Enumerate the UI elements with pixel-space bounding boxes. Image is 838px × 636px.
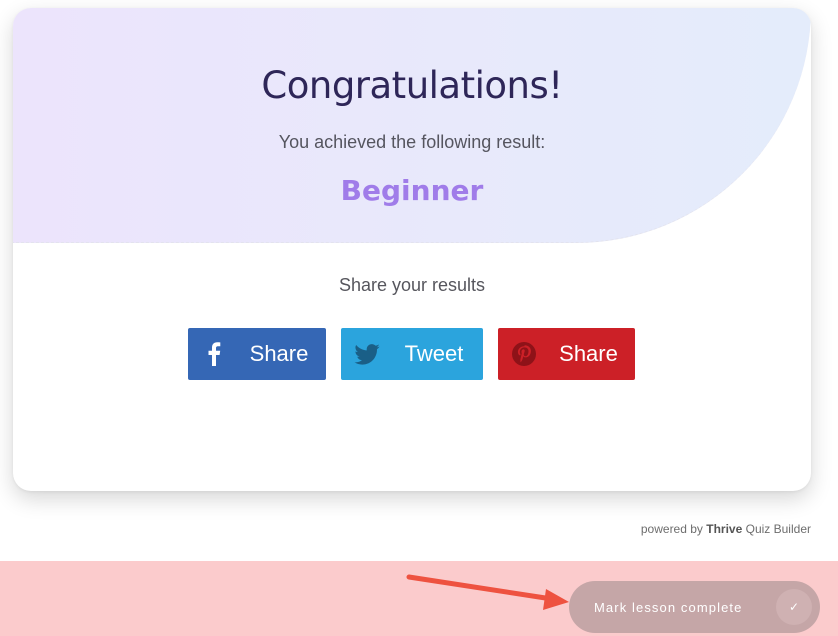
check-icon: ✓ [776, 589, 812, 625]
pinterest-share-label: Share [559, 341, 618, 366]
pinterest-share-button[interactable]: Share [498, 328, 635, 380]
powered-by-brand: Thrive [706, 522, 743, 536]
twitter-tweet-button[interactable]: Tweet [341, 328, 483, 380]
twitter-icon [341, 328, 393, 380]
facebook-share-button[interactable]: Share [188, 328, 326, 380]
annotation-arrow-icon [406, 574, 569, 610]
powered-by-prefix: powered by [640, 522, 703, 536]
mark-lesson-complete-button[interactable]: Mark lesson complete ✓ [569, 581, 820, 633]
twitter-tweet-label: Tweet [404, 341, 464, 366]
share-heading: Share your results [338, 275, 486, 295]
result-subtitle: You achieved the following result: [278, 132, 546, 152]
result-hero-panel [13, 8, 811, 243]
mark-lesson-complete-label: Mark lesson complete [594, 599, 743, 615]
facebook-share-label: Share [249, 341, 309, 366]
pinterest-icon [498, 328, 550, 380]
quiz-result-card: Congratulations! You achieved the follow… [13, 8, 811, 491]
powered-by-credit[interactable]: powered by Thrive Quiz Builder [641, 522, 811, 536]
facebook-icon [188, 328, 240, 380]
congratulations-title: Congratulations! [261, 64, 563, 107]
result-value: Beginner [340, 174, 484, 207]
powered-by-product: Quiz Builder [745, 522, 811, 536]
